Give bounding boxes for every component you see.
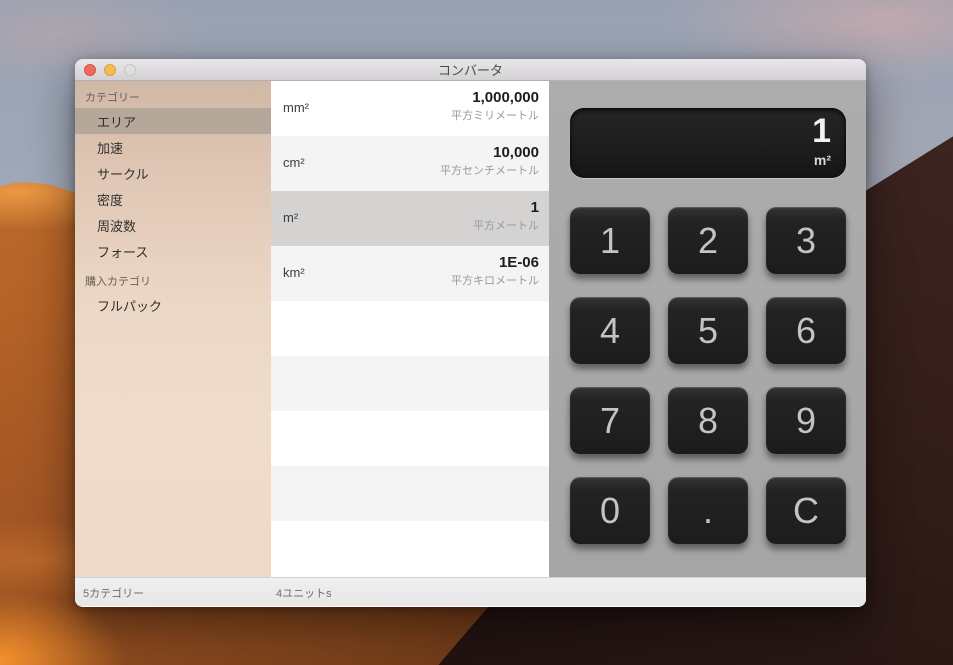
empty-row [271, 521, 549, 576]
unit-value: 10,000 [493, 144, 539, 161]
calculator-panel: 1 m² 1 2 3 4 5 6 7 8 9 0 . C [549, 81, 866, 577]
unit-name: 平方メートル [473, 220, 539, 232]
keypad: 1 2 3 4 5 6 7 8 9 0 . C [570, 207, 846, 544]
key-0[interactable]: 0 [570, 477, 650, 544]
sidebar-section-header-purchase: 購入カテゴリ [85, 276, 151, 288]
key-1[interactable]: 1 [570, 207, 650, 274]
status-units-count: 4ユニットs [276, 588, 332, 600]
key-8[interactable]: 8 [668, 387, 748, 454]
close-button[interactable] [84, 63, 96, 76]
window-content: カテゴリー エリア 加速 サークル 密度 周波数 フォース 購入カテゴリ フルパ… [75, 81, 866, 577]
sidebar-item-circle[interactable]: サークル [75, 160, 271, 186]
converter-window: コンバータ カテゴリー エリア 加速 サークル 密度 周波数 フォース 購入カテ… [75, 59, 866, 607]
traffic-lights [84, 63, 136, 76]
sidebar-item-acceleration[interactable]: 加速 [75, 134, 271, 160]
minimize-button[interactable] [104, 63, 116, 76]
empty-row [271, 301, 549, 356]
sidebar-item-fullpack[interactable]: フルパック [75, 292, 271, 318]
unit-row-mm2[interactable]: mm² 1,000,000 平方ミリメートル [271, 81, 549, 136]
zoom-button [124, 63, 136, 76]
status-categories-count: 5カテゴリー [83, 588, 145, 600]
unit-symbol: m² [283, 210, 299, 225]
unit-name: 平方センチメートル [440, 165, 539, 177]
key-2[interactable]: 2 [668, 207, 748, 274]
empty-row [271, 411, 549, 466]
status-bar: 5カテゴリー 4ユニットs [75, 577, 866, 606]
display-value: 1 [812, 112, 831, 150]
titlebar[interactable]: コンバータ [75, 59, 866, 81]
unit-symbol: mm² [283, 100, 309, 115]
key-7[interactable]: 7 [570, 387, 650, 454]
unit-value: 1E-06 [498, 254, 539, 271]
unit-name: 平方ミリメートル [451, 110, 539, 122]
unit-name: 平方キロメートル [451, 275, 539, 287]
sidebar-item-force[interactable]: フォース [75, 238, 271, 264]
key-3[interactable]: 3 [766, 207, 846, 274]
unit-conversion-list: mm² 1,000,000 平方ミリメートル cm² 10,000 平方センチメ… [271, 81, 549, 577]
unit-symbol: km² [283, 265, 305, 280]
empty-row [271, 356, 549, 411]
category-sidebar: カテゴリー エリア 加速 サークル 密度 周波数 フォース 購入カテゴリ フルパ… [75, 81, 271, 577]
key-decimal[interactable]: . [668, 477, 748, 544]
key-clear[interactable]: C [766, 477, 846, 544]
key-5[interactable]: 5 [668, 297, 748, 364]
unit-row-m2-selected[interactable]: m² 1 平方メートル [271, 191, 549, 246]
window-title: コンバータ [437, 63, 503, 78]
key-9[interactable]: 9 [766, 387, 846, 454]
unit-symbol: cm² [283, 155, 305, 170]
key-6[interactable]: 6 [766, 297, 846, 364]
sidebar-item-frequency[interactable]: 周波数 [75, 212, 271, 238]
display-unit: m² [813, 152, 831, 168]
key-4[interactable]: 4 [570, 297, 650, 364]
calculator-display: 1 m² [570, 108, 846, 178]
sidebar-item-area[interactable]: エリア [75, 108, 271, 134]
empty-row [271, 466, 549, 521]
unit-value: 1 [530, 199, 539, 216]
unit-row-cm2[interactable]: cm² 10,000 平方センチメートル [271, 136, 549, 191]
unit-row-km2[interactable]: km² 1E-06 平方キロメートル [271, 246, 549, 301]
sidebar-section-header-categories: カテゴリー [85, 92, 140, 104]
unit-value: 1,000,000 [472, 89, 539, 106]
sidebar-item-density[interactable]: 密度 [75, 186, 271, 212]
